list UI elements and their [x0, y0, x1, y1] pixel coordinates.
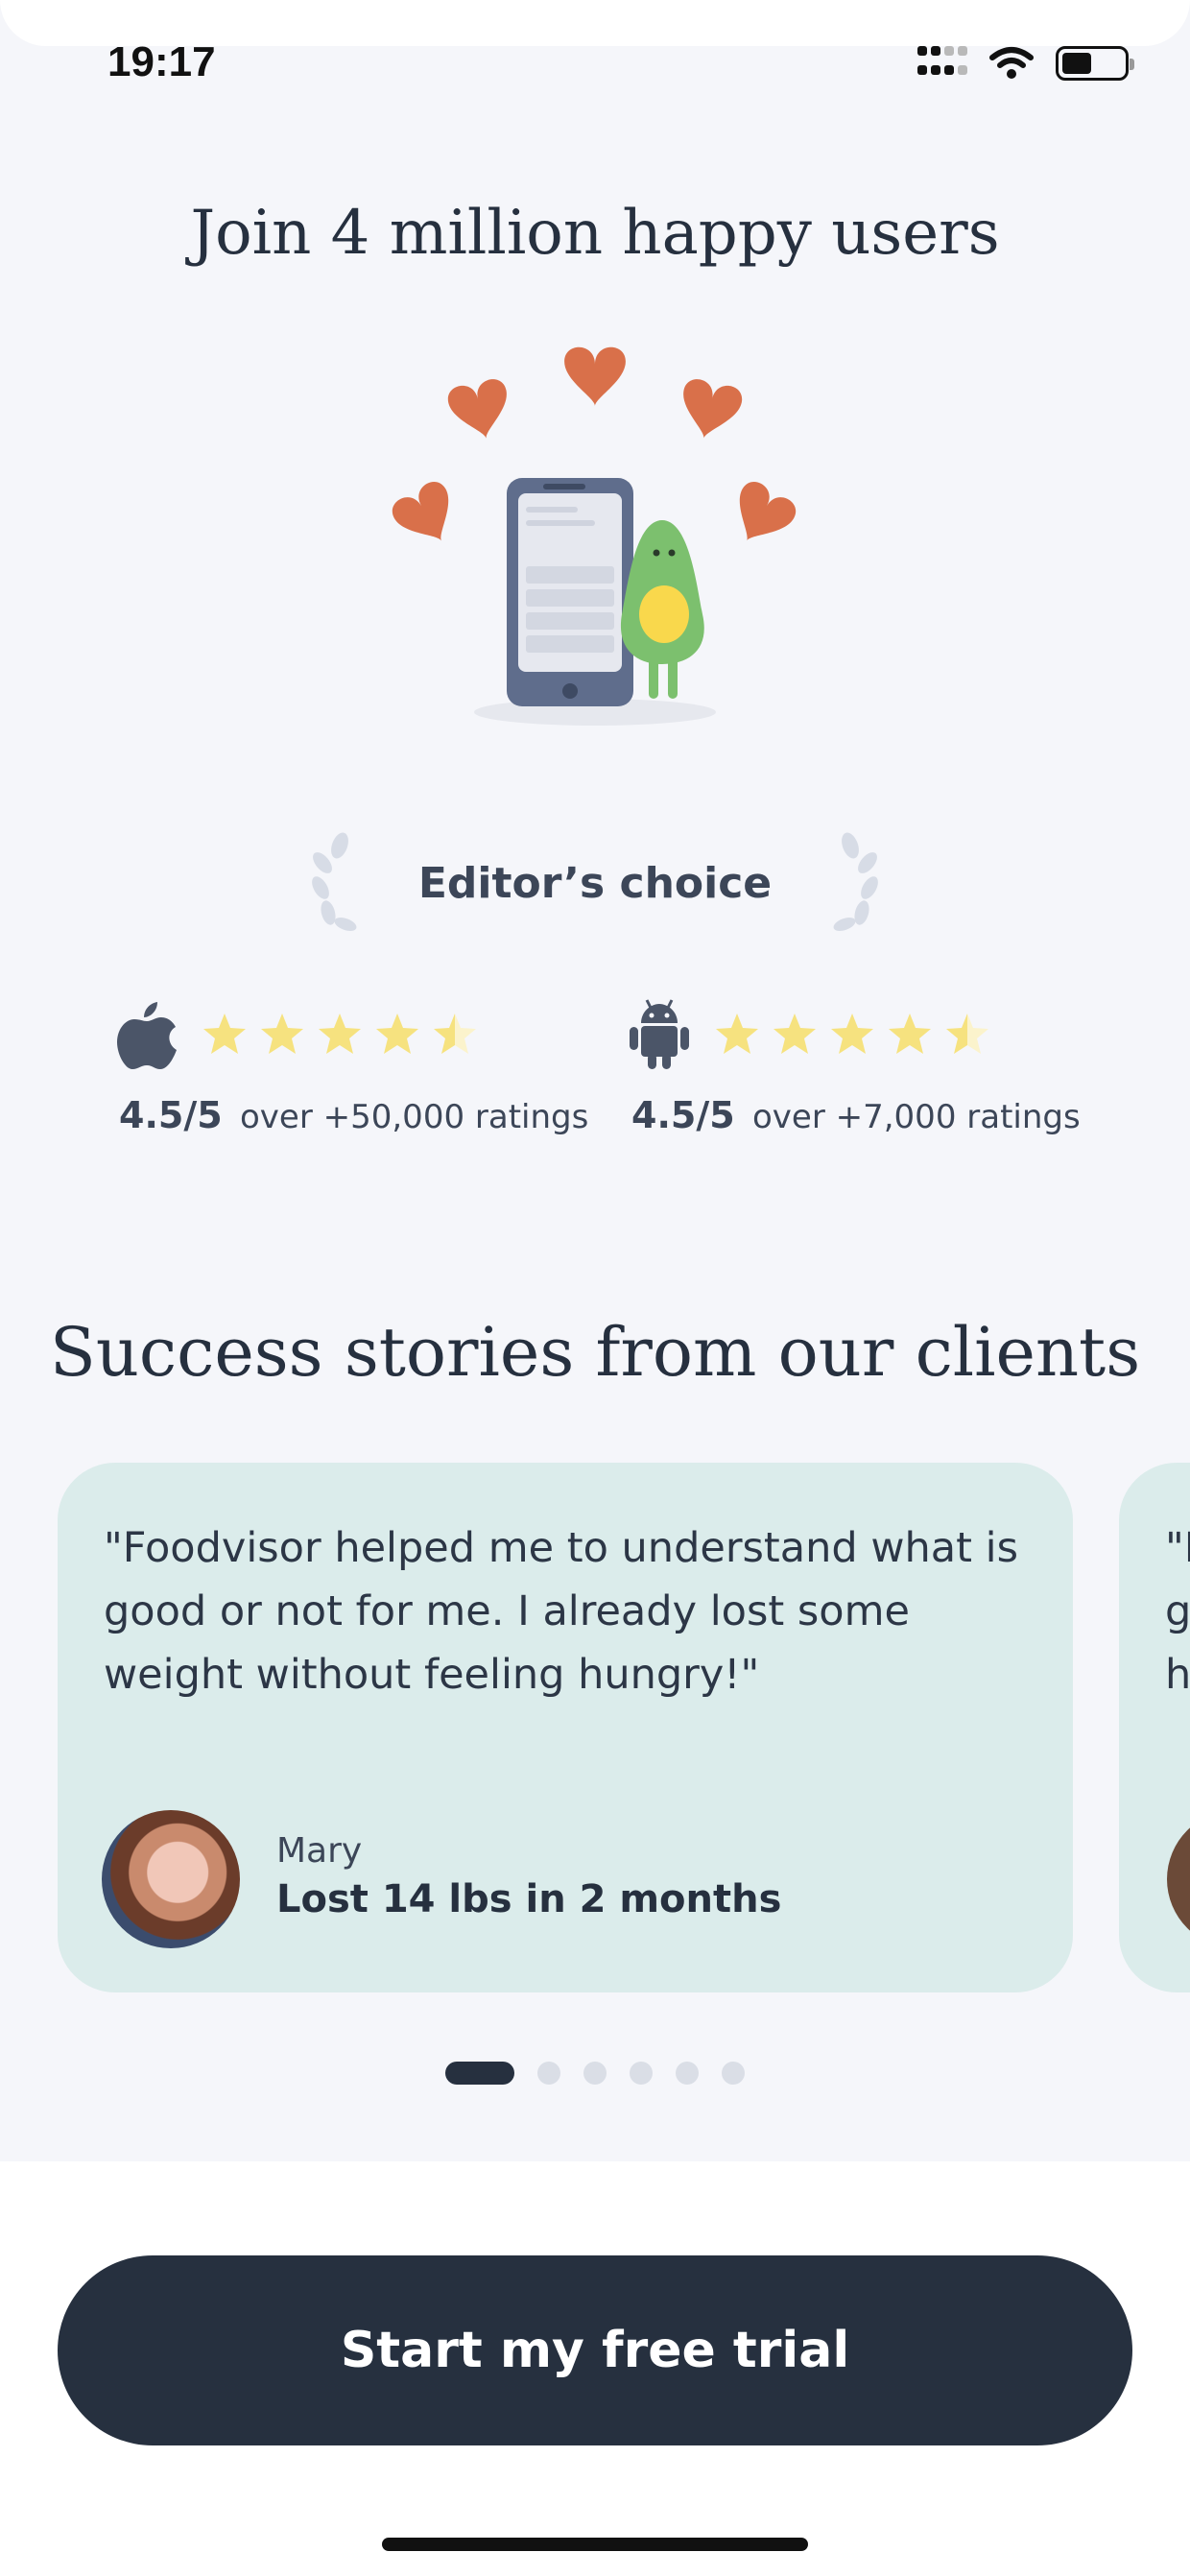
- android-score: 4.5/5: [631, 1094, 735, 1136]
- carousel-pagination: [0, 2062, 1190, 2085]
- stories-title: Success stories from our clients: [49, 1313, 1141, 1392]
- pagination-dot[interactable]: [676, 2062, 699, 2085]
- pagination-dot-active[interactable]: [445, 2062, 514, 2085]
- android-stars: [714, 1012, 990, 1058]
- android-icon: [630, 999, 689, 1069]
- star-icon: [831, 1014, 873, 1054]
- story-card[interactable]: "Foodvisor helped me to understand what …: [58, 1463, 1073, 1992]
- laurel-left-icon: [311, 832, 357, 931]
- star-icon: [774, 1014, 816, 1054]
- star-icon: [319, 1014, 361, 1054]
- editors-choice-label: Editor’s choice: [417, 858, 773, 908]
- phone-avocado-illustration: [387, 346, 801, 726]
- start-free-trial-button[interactable]: Start my free trial: [58, 2255, 1132, 2445]
- star-icon: [889, 1014, 931, 1054]
- pagination-dot[interactable]: [722, 2062, 745, 2085]
- avatar: [1167, 1810, 1190, 1948]
- android-rating-count: over +7,000 ratings: [752, 1098, 1081, 1136]
- cellular-signal-icon: [917, 46, 967, 81]
- status-icons: [917, 46, 1134, 81]
- story-quote: "Foodvisor helped me to understand what …: [104, 1524, 1018, 1699]
- avatar: [102, 1810, 240, 1948]
- stories-carousel[interactable]: "Foodvisor helped me to understand what …: [0, 1463, 1190, 1996]
- star-icon: [716, 1014, 758, 1054]
- star-icon: [261, 1014, 303, 1054]
- story-card-next[interactable]: "I g h: [1119, 1463, 1190, 1992]
- app-ratings: 4.5/5 over +50,000 ratings 4.5/5 over +7…: [115, 998, 1113, 1142]
- half-star-icon: [434, 1014, 476, 1054]
- apple-stars: [202, 1012, 478, 1058]
- apple-rating-count: over +50,000 ratings: [240, 1098, 589, 1136]
- half-star-icon: [946, 1014, 988, 1054]
- editors-choice-badge: Editor’s choice: [0, 825, 1190, 941]
- star-icon: [203, 1014, 246, 1054]
- status-time: 19:17: [107, 38, 216, 85]
- pagination-dot[interactable]: [583, 2062, 607, 2085]
- laurel-right-icon: [833, 832, 879, 931]
- story-result: Lost 14 lbs in 2 months: [276, 1877, 782, 1921]
- apple-score: 4.5/5: [119, 1094, 223, 1136]
- apple-rating: 4.5/5 over +50,000 ratings: [115, 998, 614, 1142]
- home-indicator[interactable]: [382, 2538, 808, 2551]
- page-title: Join 4 million happy users: [190, 198, 1000, 269]
- story-quote: "I g h: [1165, 1524, 1190, 1699]
- battery-icon: [1056, 46, 1134, 81]
- status-bar: 19:17: [0, 38, 1190, 96]
- star-icon: [376, 1014, 418, 1054]
- wifi-icon: [989, 47, 1034, 79]
- pagination-dot[interactable]: [537, 2062, 560, 2085]
- pagination-dot[interactable]: [630, 2062, 653, 2085]
- android-rating: 4.5/5 over +7,000 ratings: [628, 998, 1127, 1142]
- apple-icon: [117, 1002, 177, 1069]
- story-author: Mary: [276, 1831, 363, 1871]
